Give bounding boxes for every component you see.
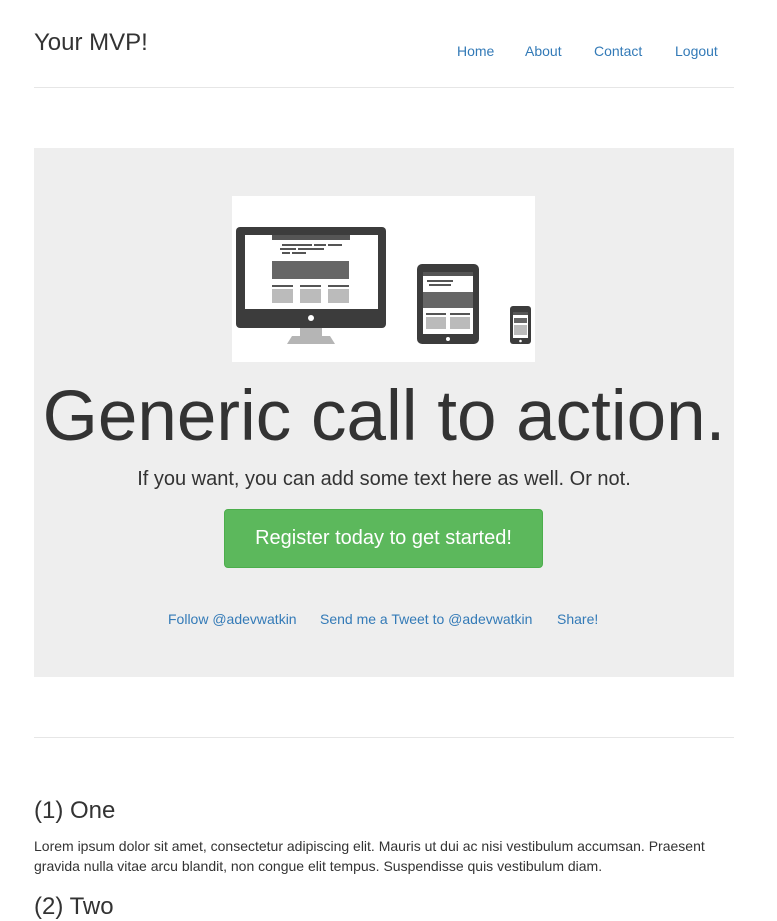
nav-home-link[interactable]: Home <box>457 43 494 59</box>
share-link[interactable]: Share! <box>557 611 598 627</box>
section-two-title: (2) Two <box>34 893 114 920</box>
content-divider <box>34 737 734 738</box>
section-one-title: (1) One <box>34 797 116 824</box>
header-divider <box>34 87 734 88</box>
register-button[interactable]: Register today to get started! <box>224 509 543 568</box>
brand-title[interactable]: Your MVP! <box>34 29 148 57</box>
responsive-devices-icon <box>232 196 535 362</box>
nav-logout-link[interactable]: Logout <box>675 43 718 59</box>
follow-link[interactable]: Follow @adevwatkin <box>168 611 297 627</box>
nav-contact-link[interactable]: Contact <box>594 43 642 59</box>
hero-subline: If you want, you can add some text here … <box>137 468 631 490</box>
section-one-body: Lorem ipsum dolor sit amet, consectetur … <box>34 838 705 874</box>
tweet-link[interactable]: Send me a Tweet to @adevwatkin <box>320 611 532 627</box>
page: Your MVP! Home About Contact Logout Gene… <box>0 0 777 921</box>
nav-about-link[interactable]: About <box>525 43 562 59</box>
top-nav: Home About Contact Logout <box>440 43 740 61</box>
hero-headline: Generic call to action. <box>42 377 726 456</box>
hero-jumbotron: Generic call to action. If you want, you… <box>34 148 734 677</box>
